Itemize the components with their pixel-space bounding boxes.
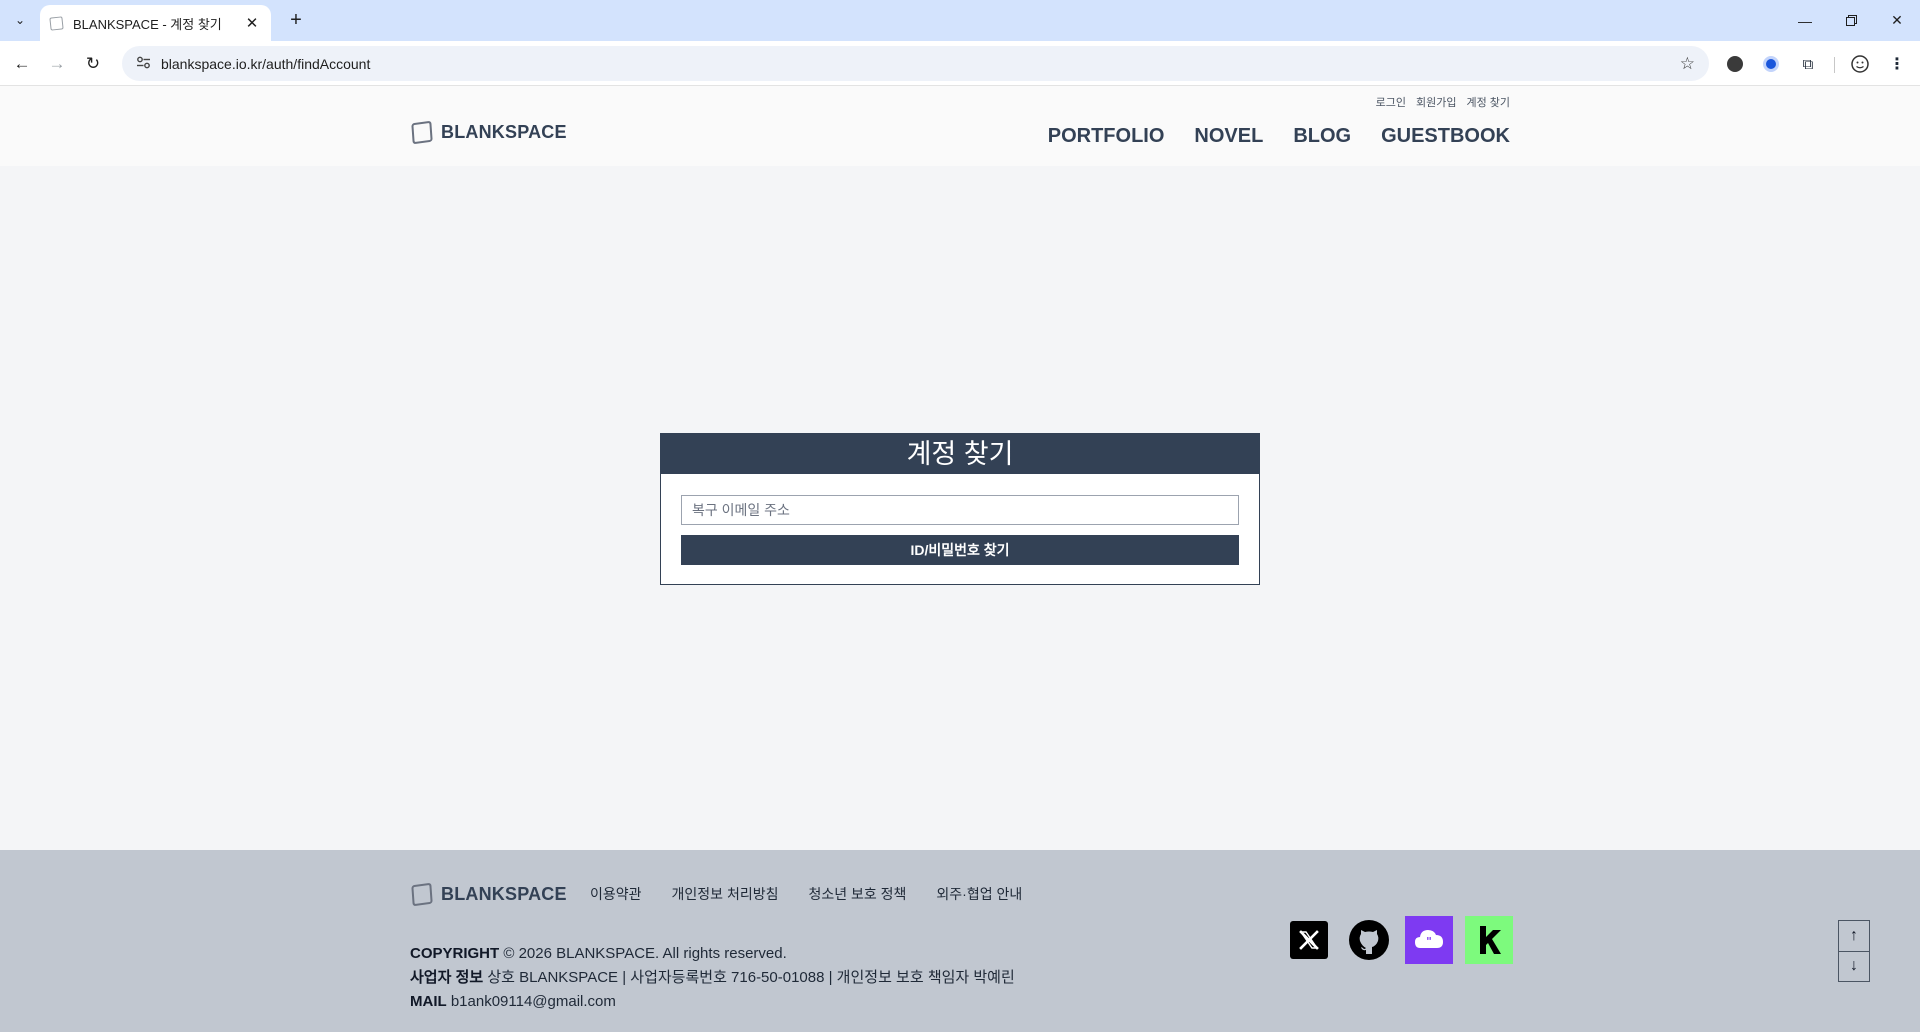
nav-guestbook[interactable]: GUESTBOOK	[1381, 125, 1510, 148]
toolbar-separator	[1834, 57, 1835, 73]
arrow-left-icon: ←	[13, 54, 31, 73]
utility-links: 로그인 회원가입 계정 찾기	[1376, 94, 1510, 110]
github-icon	[1349, 920, 1389, 960]
logo-text: BLANKSPACE	[441, 122, 567, 142]
site-footer: BLANKSPACE 이용약관 개인정보 처리방침 청소년 보호 정책 외주·협…	[0, 850, 1920, 1032]
extension-blue[interactable]	[1758, 51, 1784, 77]
find-account-card: 계정 찾기 ID/비밀번호 찾기	[660, 433, 1260, 585]
terms-link[interactable]: 이용약관	[590, 884, 642, 904]
footer-links: 이용약관 개인정보 처리방침 청소년 보호 정책 외주·협업 안내	[590, 884, 1022, 904]
blue-circle-icon	[1763, 56, 1779, 72]
privacy-policy-link[interactable]: 개인정보 처리방침	[672, 884, 779, 904]
k-link[interactable]	[1465, 916, 1513, 964]
business-info-line: 사업자 정보 상호 BLANKSPACE | 사업자등록번호 716-50-01…	[410, 969, 1015, 986]
browser-tab-strip: ⌄ BLANKSPACE - 계정 찾기 ✕ + — ✕	[0, 0, 1920, 41]
youth-policy-link[interactable]: 청소년 보호 정책	[808, 884, 906, 904]
tab-search-button[interactable]: ⌄	[8, 8, 32, 32]
profile-button[interactable]	[1847, 51, 1873, 77]
arrow-up-icon: ↑	[1850, 926, 1858, 944]
social-links: "	[1285, 916, 1513, 964]
address-bar[interactable]: blankspace.io.kr/auth/findAccount ☆	[122, 46, 1709, 81]
extensions-button[interactable]: ⧉	[1795, 51, 1821, 77]
reload-icon: ↻	[85, 54, 101, 73]
svg-text:": "	[1426, 935, 1432, 948]
x-link[interactable]	[1285, 916, 1333, 964]
signup-link[interactable]: 회원가입	[1416, 94, 1456, 110]
footer-logo[interactable]: BLANKSPACE	[411, 882, 567, 907]
url-text: blankspace.io.kr/auth/findAccount	[161, 55, 371, 72]
outsourcing-info-link[interactable]: 외주·협업 안내	[936, 884, 1022, 904]
logo-square-icon	[411, 882, 433, 907]
arrow-right-icon: →	[48, 54, 66, 73]
site-favicon-icon	[49, 15, 64, 31]
main-nav: PORTFOLIO NOVEL BLOG GUESTBOOK	[1048, 125, 1510, 148]
kakao-k-icon	[1480, 926, 1501, 954]
restore-button[interactable]	[1828, 0, 1874, 41]
window-controls: — ✕	[1782, 0, 1920, 41]
login-link[interactable]: 로그인	[1376, 94, 1406, 110]
browser-tab-active[interactable]: BLANKSPACE - 계정 찾기 ✕	[40, 5, 271, 41]
x-icon	[1299, 930, 1319, 950]
find-account-link[interactable]: 계정 찾기	[1466, 94, 1510, 110]
forward-button[interactable]: →	[43, 50, 71, 78]
find-account-title: 계정 찾기	[661, 434, 1259, 474]
quote-link[interactable]: "	[1405, 916, 1453, 964]
new-tab-button[interactable]: +	[283, 8, 309, 34]
find-id-password-button[interactable]: ID/비밀번호 찾기	[681, 535, 1239, 565]
restore-icon	[1845, 15, 1857, 26]
nav-portfolio[interactable]: PORTFOLIO	[1048, 125, 1165, 148]
puzzle-icon: ⧉	[1802, 55, 1814, 73]
reload-button[interactable]: ↻	[79, 50, 107, 78]
minimize-button[interactable]: —	[1782, 0, 1828, 41]
site-logo[interactable]: BLANKSPACE	[411, 120, 567, 145]
browser-toolbar: ← → ↻ blankspace.io.kr/auth/findAccount …	[0, 41, 1920, 86]
dark-circle-icon	[1727, 56, 1743, 72]
recovery-email-input[interactable]	[681, 495, 1239, 525]
nav-blog[interactable]: BLOG	[1293, 125, 1351, 148]
logo-square-icon	[411, 120, 433, 145]
close-icon[interactable]: ✕	[243, 14, 261, 32]
browser-menu-button[interactable]: ⋮	[1884, 51, 1910, 77]
footer-info: COPYRIGHT © 2026 BLANKSPACE. All rights …	[410, 942, 1015, 1014]
mail-line: MAIL b1ank09114@gmail.com	[410, 993, 616, 1010]
github-link[interactable]	[1345, 916, 1393, 964]
bookmark-star-icon[interactable]: ☆	[1680, 54, 1695, 74]
site-header: 로그인 회원가입 계정 찾기 BLANKSPACE PORTFOLIO NOVE…	[0, 86, 1920, 166]
scroll-buttons: ↑ ↓	[1838, 920, 1870, 982]
quote-bubble-icon: "	[1415, 930, 1443, 948]
footer-logo-text: BLANKSPACE	[441, 884, 567, 904]
site-info-icon[interactable]	[136, 56, 151, 72]
extension-dark-reader[interactable]	[1722, 51, 1748, 77]
back-button[interactable]: ←	[8, 50, 36, 78]
window-close-button[interactable]: ✕	[1874, 0, 1920, 41]
more-vertical-icon: ⋮	[1889, 56, 1905, 73]
scroll-bottom-button[interactable]: ↓	[1839, 950, 1869, 982]
profile-icon	[1851, 55, 1869, 73]
scroll-top-button[interactable]: ↑	[1839, 921, 1869, 951]
arrow-down-icon: ↓	[1850, 957, 1858, 975]
tab-title: BLANKSPACE - 계정 찾기	[73, 16, 222, 32]
nav-novel[interactable]: NOVEL	[1194, 125, 1263, 148]
copyright-line: COPYRIGHT © 2026 BLANKSPACE. All rights …	[410, 945, 787, 962]
chevron-down-icon: ⌄	[14, 13, 26, 27]
